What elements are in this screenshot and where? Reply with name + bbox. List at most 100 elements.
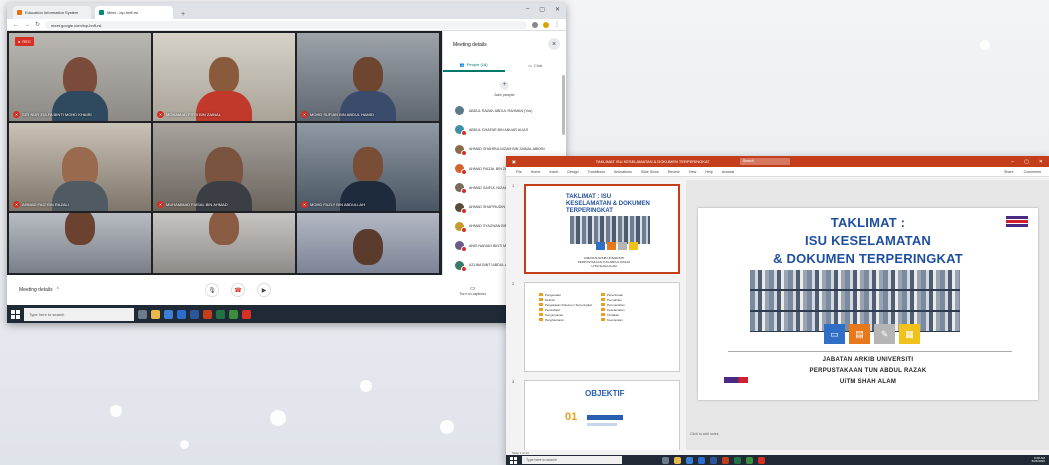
close-icon[interactable]: ✕ (1039, 159, 1043, 165)
profile-avatar-icon[interactable] (543, 21, 549, 28)
maximize-icon[interactable]: ▢ (539, 6, 545, 13)
slide-thumbnail[interactable]: TAKLIMAT : ISU KESELAMATAN & DOKUMEN TER… (524, 184, 680, 274)
menu-view[interactable]: View (689, 170, 697, 174)
participant-figure (340, 213, 396, 273)
reload-icon[interactable]: ↻ (35, 21, 40, 28)
new-tab-icon[interactable]: + (181, 11, 185, 18)
menu-insert[interactable]: Insert (549, 170, 558, 174)
store-icon[interactable] (164, 309, 173, 319)
video-tile[interactable] (9, 213, 151, 273)
powerpoint-window: ▣ TAKLIMAT ISU KESELAMATAN & DOKUMEN TER… (506, 156, 1049, 465)
powerpoint-icon[interactable] (203, 309, 212, 319)
participant-item[interactable]: ABDUL GHAFAR BIN ANUAR ALIAS (443, 120, 566, 139)
save-icon[interactable]: ▣ (512, 159, 516, 164)
share-button[interactable]: Share (1004, 170, 1014, 174)
notes-field[interactable]: Click to add notes (690, 432, 719, 436)
close-icon[interactable]: × (548, 38, 560, 50)
video-tile[interactable]: ✕ AHMAD FAIZ BIN RAZALI (9, 123, 151, 211)
menu-kebab-icon[interactable]: ⋮ (554, 21, 560, 28)
task-view-icon[interactable] (662, 456, 669, 464)
forward-icon[interactable]: → (24, 22, 30, 28)
meeting-details-toggle[interactable]: Meeting details ⌃ (19, 287, 179, 293)
video-tile[interactable]: ✕ MUHAMMAD FAISAL BIN AHMAD (153, 123, 295, 211)
captions-button[interactable]: ▭ Turn on captions (459, 285, 486, 296)
powerpoint-icon[interactable] (722, 456, 729, 464)
taskbar-search-input[interactable]: Type here to search (24, 307, 134, 321)
close-icon[interactable]: ✕ (555, 6, 560, 13)
app-icon[interactable] (758, 456, 765, 464)
browser-tab[interactable]: Education Information System (13, 6, 91, 19)
video-tile[interactable] (153, 213, 295, 273)
panel-scrollbar[interactable] (562, 75, 565, 135)
mail-icon[interactable] (177, 309, 186, 319)
video-tile[interactable]: ✕ MOHD SUFIAN BIN ABDUL HAMID (297, 33, 439, 121)
edit-icon: ✎ (874, 324, 895, 344)
mic-button[interactable]: 🎙 (205, 283, 219, 297)
menu-animations[interactable]: Animations (614, 170, 632, 174)
tab-people[interactable]: 👥 People (16) (443, 58, 505, 72)
ppt-search-input[interactable]: Search (739, 158, 790, 165)
task-view-icon[interactable] (138, 309, 147, 319)
slide-thumbnail[interactable]: Pengenalan Definisi Pengelasan Dokumen T… (524, 282, 680, 372)
window-controls: – ▢ ✕ (526, 6, 560, 13)
excel-icon[interactable] (734, 456, 741, 464)
store-icon[interactable] (686, 456, 693, 464)
menu-file[interactable]: File (516, 170, 522, 174)
slide-title[interactable]: TAKLIMAT : ISU KESELAMATAN & DOKUMEN TER… (698, 214, 1038, 268)
extension-icon[interactable] (532, 21, 538, 28)
windows-start-icon[interactable] (11, 309, 20, 319)
word-icon[interactable] (190, 309, 199, 319)
video-tile[interactable]: ✕ MOHD FAZLY BIN ABDULLAH (297, 123, 439, 211)
participant-item[interactable]: ABDUL RAZAK ABDUL RAHMAN (You) (443, 101, 566, 120)
taskbar-clock[interactable]: 9:28 AM 5/26/2020 (1032, 456, 1045, 464)
file-explorer-icon[interactable] (674, 456, 681, 464)
video-tile[interactable]: ✕ SITI NUR ZULFA BINTI MOHD KHAIRI (9, 33, 151, 121)
taskbar-search-input[interactable]: Type here to search (522, 456, 622, 464)
mail-icon[interactable] (698, 456, 705, 464)
thumb-title: OBJEKTIF (585, 389, 625, 398)
documents-icon: ▤ (849, 324, 870, 344)
menu-slide-show[interactable]: Slide Show (641, 170, 659, 174)
video-tile[interactable] (297, 213, 439, 273)
hang-up-button[interactable]: ☎ (231, 283, 245, 297)
camera-button[interactable]: ▶ (257, 283, 271, 297)
menu-transitions[interactable]: Transitions (588, 170, 605, 174)
ribbon-menu: File Home Insert Design Transitions Anim… (506, 167, 1049, 177)
avatar (455, 241, 467, 253)
windows-start-icon[interactable] (510, 456, 517, 464)
menu-acrobat[interactable]: Acrobat (722, 170, 734, 174)
url-field[interactable]: meet.google.com/ixp-hnff-rsi (45, 20, 527, 29)
menu-design[interactable]: Design (567, 170, 578, 174)
current-slide[interactable]: TAKLIMAT : ISU KESELAMATAN & DOKUMEN TER… (698, 208, 1038, 400)
tab-chat[interactable]: ▭ Chat (505, 58, 567, 72)
comments-button[interactable]: Comments (1024, 170, 1041, 174)
word-icon[interactable] (710, 456, 717, 464)
mic-off-icon: ✕ (13, 201, 20, 208)
video-grid: ✕ SITI NUR ZULFA BINTI MOHD KHAIRI ✕ MOHAM… (9, 33, 440, 275)
chrome-icon[interactable] (229, 309, 238, 319)
minimize-icon[interactable]: – (1011, 159, 1014, 165)
minimize-icon[interactable]: – (526, 6, 529, 13)
windows-taskbar: Type here to search 9:28 AM 5/26/2020 (506, 455, 1049, 465)
menu-home[interactable]: Home (531, 170, 541, 174)
slide-editor: TAKLIMAT : ISU KESELAMATAN & DOKUMEN TER… (686, 180, 1049, 450)
app-icon[interactable] (242, 309, 251, 319)
slide-subtitle[interactable]: JABATAN ARKIB UNIVERSITI PERPUSTAKAAN TU… (698, 355, 1038, 388)
menu-help[interactable]: Help (705, 170, 712, 174)
maximize-icon[interactable]: ▢ (1024, 159, 1029, 165)
slide-number: 2 (512, 281, 515, 286)
chrome-icon[interactable] (746, 456, 753, 464)
video-tile[interactable]: ✕ MOHAMAD FITRI BIN ZAINAL (153, 33, 295, 121)
add-people-button[interactable]: + Add people (443, 81, 566, 97)
menu-review[interactable]: Review (668, 170, 680, 174)
chat-icon: ▭ (528, 62, 532, 68)
back-icon[interactable]: ← (13, 22, 19, 28)
thumb-list-left: Pengenalan Definisi Pengelasan Dokumen T… (539, 293, 593, 353)
avatar (455, 164, 467, 176)
file-explorer-icon[interactable] (151, 309, 160, 319)
avatar (455, 202, 467, 214)
meet-favicon (99, 10, 104, 15)
archive-shelf-image[interactable] (750, 270, 960, 332)
browser-tab-active[interactable]: Meet - ixp-hnff-rsi (95, 6, 173, 19)
excel-icon[interactable] (216, 309, 225, 319)
